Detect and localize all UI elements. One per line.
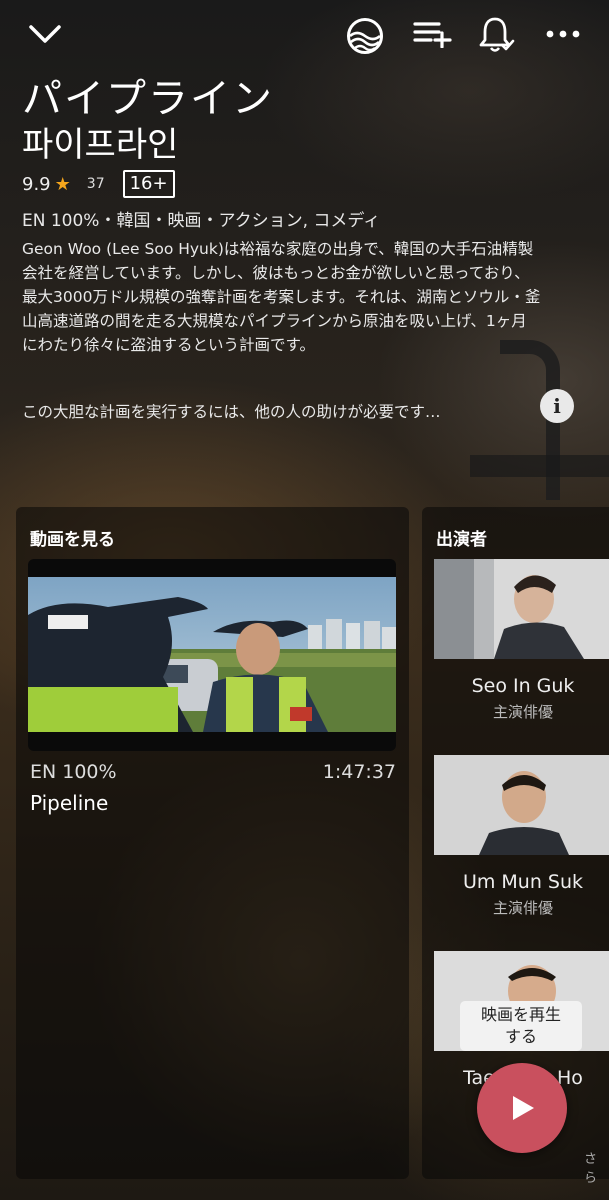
wave-service-button[interactable] xyxy=(342,14,388,58)
rating-row: 9.9 ★ 37 16+ xyxy=(22,170,175,198)
play-tooltip: 映画を再生 する xyxy=(460,1001,582,1051)
cast-item[interactable]: Um Mun Suk 主演俳優 xyxy=(434,755,609,918)
cast-photo-image xyxy=(434,559,609,659)
title-japanese: パイプライン xyxy=(22,76,274,122)
top-bar xyxy=(0,0,609,66)
video-thumbnail[interactable] xyxy=(28,559,396,751)
video-duration: 1:47:37 xyxy=(322,761,396,783)
info-icon: i xyxy=(553,394,561,418)
watch-section-title: 動画を見る xyxy=(30,530,115,550)
cast-section-title: 出演者 xyxy=(436,530,487,550)
genre-line: EN 100%・韓国・映画・アクション, コメディ xyxy=(22,211,381,231)
notification-button[interactable] xyxy=(474,12,520,56)
cast-name: Um Mun Suk xyxy=(462,871,584,893)
chevron-down-icon xyxy=(29,25,61,43)
cast-photo xyxy=(434,755,609,855)
back-button[interactable] xyxy=(22,14,68,54)
play-icon xyxy=(513,1096,534,1120)
description-continued: この大胆な計画を実行するには、他の人の助けが必要です… xyxy=(22,403,441,421)
see-more-link[interactable]: さら xyxy=(584,1148,609,1186)
playlist-add-icon xyxy=(413,22,452,48)
more-horizontal-icon xyxy=(546,30,580,38)
tooltip-line-2: する xyxy=(504,1027,537,1046)
play-button[interactable] xyxy=(477,1063,567,1153)
description-main: Geon Woo (Lee Soo Hyuk)は裕福な家庭の出身で、韓国の大手石… xyxy=(22,240,541,354)
age-rating-badge: 16+ xyxy=(122,170,175,198)
wave-logo-icon xyxy=(347,18,383,54)
add-to-list-button[interactable] xyxy=(408,14,458,54)
watch-panel: 動画を見る EN 100% 1:47:37 Pipeline xyxy=(16,507,409,1179)
cast-name: Seo In Guk xyxy=(471,675,575,697)
more-options-button[interactable] xyxy=(540,14,586,54)
star-icon: ★ xyxy=(54,173,71,195)
cast-role: 主演俳優 xyxy=(492,899,553,917)
vote-count: 37 xyxy=(86,176,105,192)
background-beam xyxy=(470,455,609,477)
cast-photo-image xyxy=(434,755,609,855)
video-title[interactable]: Pipeline xyxy=(30,791,108,815)
cast-photo xyxy=(434,559,609,659)
info-button[interactable]: i xyxy=(540,389,574,423)
video-card[interactable]: EN 100% 1:47:37 xyxy=(28,559,396,799)
tooltip-line-1: 映画を再生 xyxy=(480,1005,561,1024)
rating-value: 9.9 xyxy=(22,173,51,195)
cast-item[interactable]: Seo In Guk 主演俳優 xyxy=(434,559,609,722)
bell-check-icon xyxy=(479,17,515,52)
cast-role: 主演俳優 xyxy=(492,703,553,721)
video-thumbnail-image xyxy=(28,577,396,732)
video-language: EN 100% xyxy=(30,761,117,783)
title-korean: 파이프라인 xyxy=(22,125,179,165)
